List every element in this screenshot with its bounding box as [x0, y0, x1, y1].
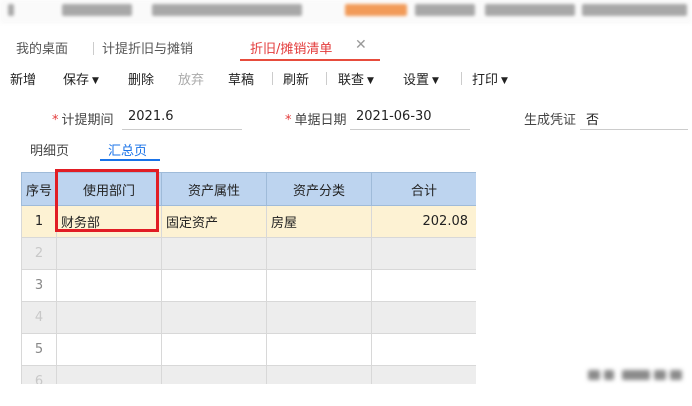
dept-cell[interactable]: 财务部 — [56, 205, 162, 238]
draft-button[interactable]: 草稿 — [228, 69, 254, 88]
table-row[interactable]: 3 — [21, 269, 476, 302]
dept-cell[interactable] — [56, 333, 162, 366]
doc-date-label: * 单据日期 — [285, 109, 347, 128]
voucher-label: 生成凭证 — [524, 113, 577, 128]
table-row[interactable]: 5 — [21, 333, 476, 366]
refresh-button[interactable]: 刷新 — [283, 69, 309, 88]
watermark — [588, 368, 683, 382]
table-row[interactable]: 2 — [21, 237, 476, 270]
row-number: 3 — [21, 269, 57, 302]
settings-button[interactable]: 设置 ▼ — [403, 69, 439, 88]
new-button[interactable]: 新增 — [10, 69, 36, 88]
summary-grid: 序号 使用部门 资产属性 资产分类 合计 1 财务部 固定资产 房屋 202.0… — [21, 172, 476, 384]
dept-cell[interactable] — [56, 365, 162, 384]
doc-date-field[interactable]: 2021-06-30 — [356, 109, 432, 124]
tab-my-desktop[interactable]: 我的桌面 — [16, 38, 68, 57]
attr-cell[interactable] — [161, 365, 267, 384]
tab-summary[interactable]: 汇总页 — [108, 140, 147, 159]
period-label: * 计提期间 — [52, 109, 114, 128]
column-header-attr[interactable]: 资产属性 — [161, 172, 267, 206]
attr-cell[interactable] — [161, 237, 267, 270]
print-button[interactable]: 打印 ▼ — [472, 69, 508, 88]
category-cell[interactable] — [266, 269, 372, 302]
grid-header-row: 序号 使用部门 资产属性 资产分类 合计 — [21, 172, 476, 206]
linked-query-label: 联查 — [338, 73, 365, 88]
tab-divider — [93, 42, 94, 55]
header-form: * 计提期间 2021.6 * 单据日期 2021-06-30 生成凭证 否 — [0, 106, 692, 130]
discard-button[interactable]: 放弃 — [178, 69, 204, 88]
save-label: 保存 — [63, 73, 90, 88]
attr-cell[interactable]: 固定资产 — [161, 205, 267, 238]
page-subtabs: 明细页 汇总页 — [0, 138, 692, 162]
tab-depreciation-list[interactable]: 折旧/摊销清单 — [250, 38, 332, 57]
table-row[interactable]: 6 — [21, 365, 476, 384]
table-row[interactable]: 1 财务部 固定资产 房屋 202.08 — [21, 205, 476, 238]
tab-detail[interactable]: 明细页 — [30, 140, 69, 159]
toolbar-divider — [461, 72, 462, 85]
chevron-down-icon: ▼ — [432, 76, 439, 86]
required-marker: * — [52, 113, 59, 128]
active-subtab-indicator — [100, 159, 160, 161]
blurred-top-bar — [0, 0, 692, 24]
column-header-no[interactable]: 序号 — [21, 172, 57, 206]
row-number: 1 — [21, 205, 57, 238]
category-cell[interactable]: 房屋 — [266, 205, 372, 238]
close-icon[interactable]: ✕ — [355, 37, 367, 53]
chevron-down-icon: ▼ — [92, 76, 99, 86]
total-cell[interactable] — [371, 333, 476, 366]
total-cell[interactable] — [371, 269, 476, 302]
print-label: 打印 — [472, 73, 499, 88]
attr-cell[interactable] — [161, 301, 267, 334]
voucher-field-underline — [580, 129, 688, 130]
dept-cell[interactable] — [56, 237, 162, 270]
dept-cell[interactable] — [56, 301, 162, 334]
chevron-down-icon: ▼ — [501, 76, 508, 86]
row-number: 6 — [21, 365, 57, 384]
period-label-text: 计提期间 — [61, 113, 114, 128]
category-cell[interactable] — [266, 365, 372, 384]
category-cell[interactable] — [266, 237, 372, 270]
tab-strip: 我的桌面 计提折旧与摊销 折旧/摊销清单 ✕ — [0, 32, 692, 62]
toolbar-divider — [326, 72, 327, 85]
table-row[interactable]: 4 — [21, 301, 476, 334]
settings-label: 设置 — [403, 73, 430, 88]
row-number: 2 — [21, 237, 57, 270]
column-header-dept[interactable]: 使用部门 — [56, 172, 162, 206]
total-cell[interactable] — [371, 301, 476, 334]
doc-date-field-underline — [350, 129, 470, 130]
category-cell[interactable] — [266, 301, 372, 334]
category-cell[interactable] — [266, 333, 372, 366]
row-number: 5 — [21, 333, 57, 366]
tab-depreciation[interactable]: 计提折旧与摊销 — [102, 38, 193, 57]
toolbar: 新增 保存 ▼ 删除 放弃 草稿 刷新 联查 ▼ 设置 ▼ 打印 ▼ — [0, 66, 692, 90]
period-field-underline — [122, 129, 242, 130]
required-marker: * — [285, 113, 292, 128]
total-cell[interactable]: 202.08 — [371, 205, 476, 238]
dept-cell[interactable] — [56, 269, 162, 302]
attr-cell[interactable] — [161, 269, 267, 302]
period-field[interactable]: 2021.6 — [128, 109, 174, 124]
row-number: 4 — [21, 301, 57, 334]
save-button[interactable]: 保存 ▼ — [63, 69, 99, 88]
total-cell[interactable] — [371, 365, 476, 384]
chevron-down-icon: ▼ — [367, 76, 374, 86]
attr-cell[interactable] — [161, 333, 267, 366]
total-cell[interactable] — [371, 237, 476, 270]
active-tab-indicator — [240, 59, 380, 61]
doc-date-label-text: 单据日期 — [294, 113, 347, 128]
toolbar-divider — [272, 72, 273, 85]
voucher-field[interactable]: 否 — [586, 109, 599, 128]
linked-query-button[interactable]: 联查 ▼ — [338, 69, 374, 88]
column-header-total[interactable]: 合计 — [371, 172, 476, 206]
delete-button[interactable]: 删除 — [128, 69, 154, 88]
column-header-category[interactable]: 资产分类 — [266, 172, 372, 206]
